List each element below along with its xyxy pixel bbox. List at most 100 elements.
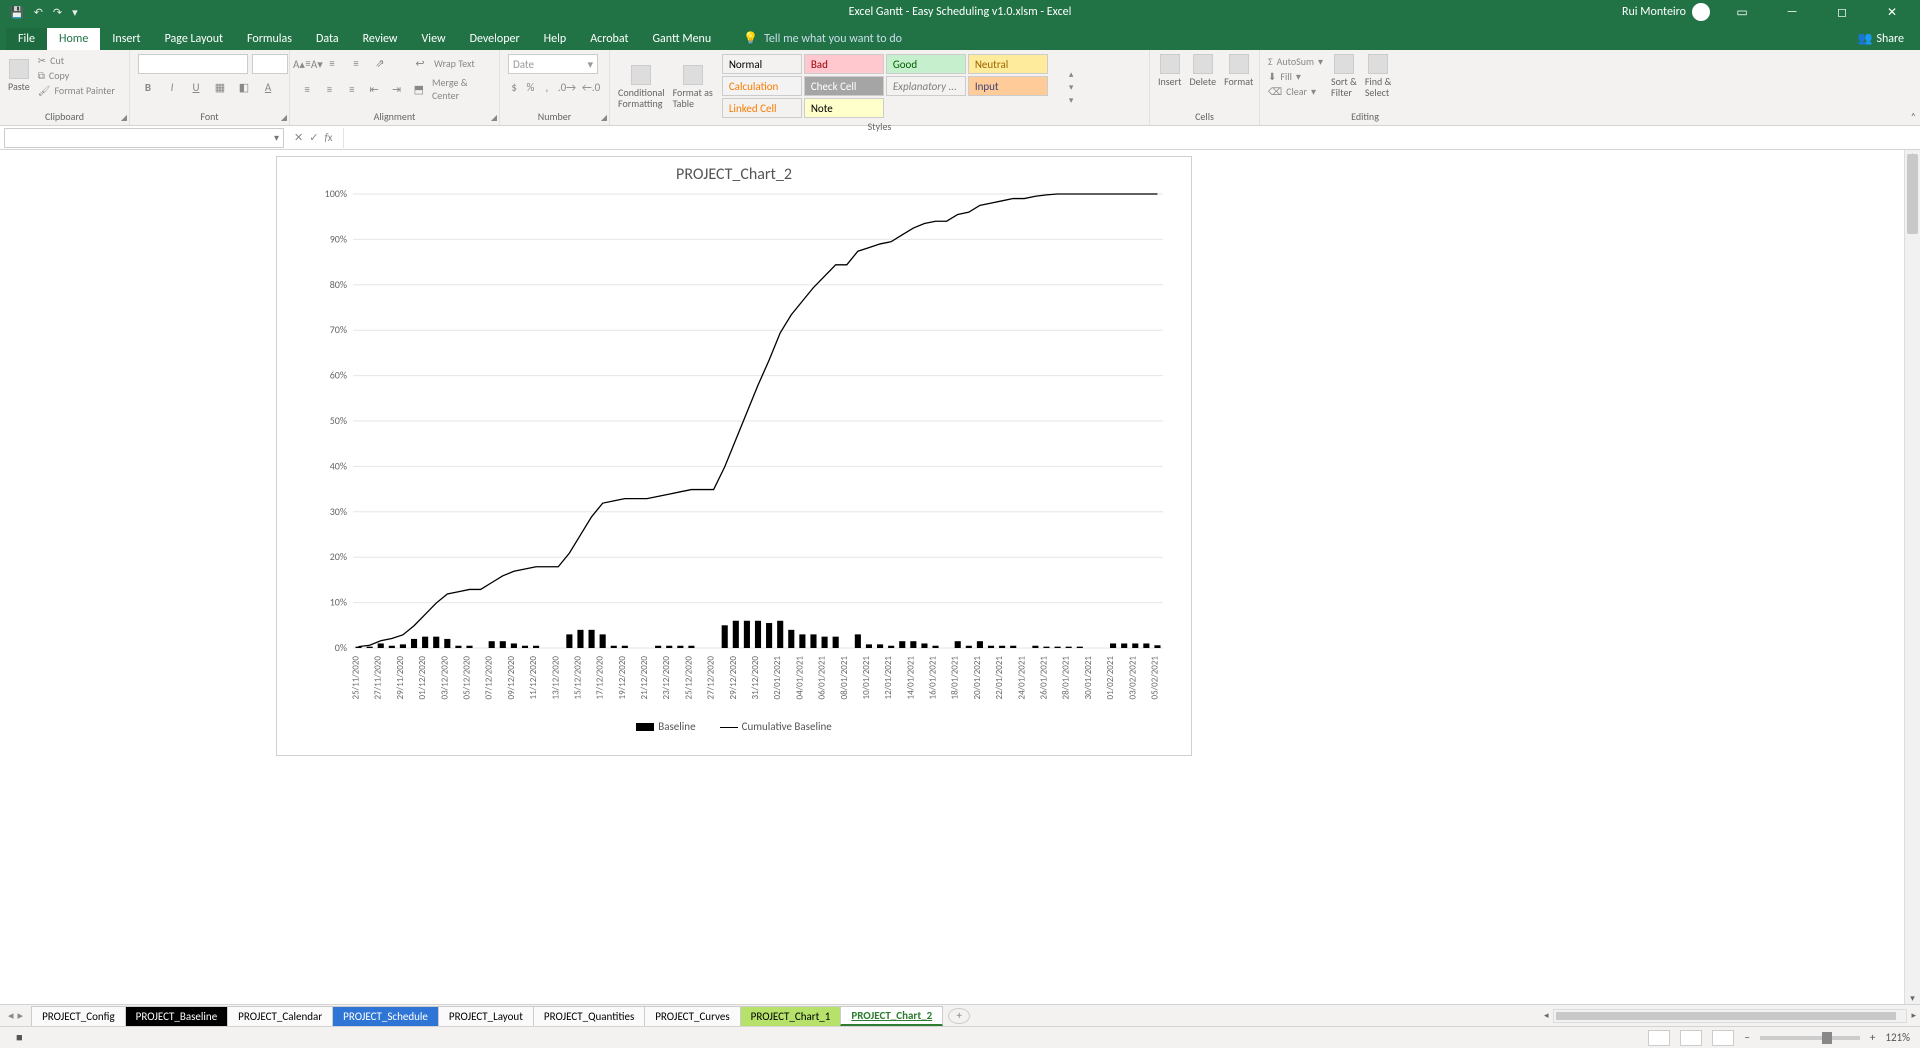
increase-indent-icon[interactable]: ⇥: [387, 80, 405, 98]
tab-acrobat[interactable]: Acrobat: [578, 28, 640, 50]
bold-button[interactable]: B: [138, 78, 158, 96]
font-color-button[interactable]: A: [258, 78, 278, 96]
tab-help[interactable]: Help: [532, 28, 579, 50]
sheet-tab-curves[interactable]: PROJECT_Curves: [644, 1006, 740, 1026]
italic-button[interactable]: I: [162, 78, 182, 96]
format-as-table-button[interactable]: Format as Table: [673, 65, 713, 109]
font-family-input[interactable]: [138, 54, 248, 74]
share-button[interactable]: 👥 Share: [1841, 27, 1920, 50]
alignment-dialog-launcher-icon[interactable]: ◢: [491, 113, 497, 123]
align-top-icon[interactable]: ≡: [298, 54, 318, 72]
tab-data[interactable]: Data: [304, 28, 351, 50]
account-user[interactable]: Rui Monteiro: [1622, 3, 1710, 21]
align-middle-icon[interactable]: ≡: [322, 54, 342, 72]
tab-view[interactable]: View: [410, 28, 458, 50]
comma-format-icon[interactable]: ,: [541, 78, 553, 96]
scroll-thumb[interactable]: [1907, 154, 1918, 234]
enter-formula-icon[interactable]: ✓: [309, 131, 318, 144]
orientation-icon[interactable]: ⇗: [370, 54, 390, 72]
undo-icon[interactable]: ↶: [34, 6, 43, 19]
style-note[interactable]: Note: [804, 98, 884, 118]
styles-more-icon[interactable]: ▾: [1069, 95, 1074, 106]
sheet-tab-quantities[interactable]: PROJECT_Quantities: [533, 1006, 645, 1026]
tab-insert[interactable]: Insert: [100, 28, 152, 50]
align-bottom-icon[interactable]: ≡: [346, 54, 366, 72]
zoom-out-button[interactable]: −: [1744, 1031, 1749, 1044]
save-icon[interactable]: 💾: [10, 6, 24, 19]
close-icon[interactable]: ✕: [1874, 5, 1910, 20]
page-layout-view-button[interactable]: [1680, 1030, 1702, 1046]
align-center-icon[interactable]: ≡: [320, 80, 338, 98]
zoom-level[interactable]: 121%: [1885, 1031, 1910, 1044]
tell-me[interactable]: 💡 Tell me what you want to do: [735, 31, 910, 50]
conditional-formatting-button[interactable]: Conditional Formatting: [618, 65, 665, 109]
redo-icon[interactable]: ↷: [53, 6, 62, 19]
worksheet-area[interactable]: PROJECT_Chart_2 0%10%20%30%40%50%60%70%8…: [0, 150, 1920, 1004]
sheet-tab-schedule[interactable]: PROJECT_Schedule: [332, 1006, 439, 1026]
sheet-tab-baseline[interactable]: PROJECT_Baseline: [125, 1006, 229, 1026]
sheet-tab-chart2[interactable]: PROJECT_Chart_2: [840, 1006, 943, 1026]
decrease-indent-icon[interactable]: ⇤: [365, 80, 383, 98]
minimize-icon[interactable]: —: [1774, 5, 1810, 19]
sheet-tab-chart1[interactable]: PROJECT_Chart_1: [740, 1006, 842, 1026]
tab-home[interactable]: Home: [47, 28, 100, 50]
percent-format-icon[interactable]: %: [524, 78, 536, 96]
font-size-input[interactable]: [252, 54, 288, 74]
hscroll-track[interactable]: [1553, 1009, 1908, 1023]
scroll-down-icon[interactable]: ▾: [1905, 993, 1920, 1004]
sheet-tab-layout[interactable]: PROJECT_Layout: [438, 1006, 534, 1026]
sheet-nav-next-icon[interactable]: ▸: [18, 1009, 24, 1022]
borders-button[interactable]: ▦: [210, 78, 230, 96]
style-calculation[interactable]: Calculation: [722, 76, 802, 96]
tab-ganttmenu[interactable]: Gantt Menu: [640, 28, 723, 50]
normal-view-button[interactable]: [1648, 1030, 1670, 1046]
tab-developer[interactable]: Developer: [458, 28, 532, 50]
font-dialog-launcher-icon[interactable]: ◢: [281, 113, 287, 123]
accounting-format-icon[interactable]: $: [508, 78, 520, 96]
horizontal-scrollbar[interactable]: ◂ ▸: [1540, 1009, 1920, 1023]
number-format-dropdown[interactable]: Date▾: [508, 54, 598, 74]
hscroll-left-icon[interactable]: ◂: [1540, 1010, 1553, 1021]
qat-customize-icon[interactable]: ▾: [72, 6, 78, 19]
chart-frame[interactable]: PROJECT_Chart_2 0%10%20%30%40%50%60%70%8…: [276, 156, 1192, 756]
clear-button[interactable]: ⌫ Clear ▾: [1268, 85, 1323, 98]
macro-record-icon[interactable]: ■: [16, 1031, 23, 1044]
format-cells-button[interactable]: Format: [1224, 54, 1253, 87]
hscroll-right-icon[interactable]: ▸: [1907, 1010, 1920, 1021]
underline-button[interactable]: U: [186, 78, 206, 96]
vertical-scrollbar[interactable]: ▴ ▾: [1904, 150, 1920, 1004]
cut-button[interactable]: ✂ Cut: [38, 54, 115, 67]
decrease-decimal-icon[interactable]: ←.0: [581, 78, 601, 96]
number-dialog-launcher-icon[interactable]: ◢: [601, 113, 607, 123]
name-box[interactable]: ▾: [4, 128, 284, 148]
delete-cells-button[interactable]: Delete: [1190, 54, 1217, 87]
tab-pagelayout[interactable]: Page Layout: [153, 28, 235, 50]
new-sheet-button[interactable]: +: [948, 1008, 970, 1024]
sheet-tab-config[interactable]: PROJECT_Config: [31, 1006, 126, 1026]
insert-cells-button[interactable]: Insert: [1158, 54, 1182, 87]
hscroll-thumb[interactable]: [1556, 1012, 1896, 1020]
style-bad[interactable]: Bad: [804, 54, 884, 74]
clipboard-dialog-launcher-icon[interactable]: ◢: [121, 113, 127, 123]
tab-file[interactable]: File: [6, 28, 47, 50]
wrap-text-button[interactable]: ↩: [410, 54, 430, 72]
sheet-nav-prev-icon[interactable]: ◂: [8, 1009, 14, 1022]
collapse-ribbon-icon[interactable]: ˄: [1911, 110, 1916, 123]
cancel-formula-icon[interactable]: ✕: [294, 131, 303, 144]
fill-button[interactable]: ⬇ Fill ▾: [1268, 70, 1323, 83]
ribbon-display-options-icon[interactable]: ▭: [1724, 5, 1760, 20]
align-right-icon[interactable]: ≡: [343, 80, 361, 98]
format-painter-button[interactable]: 🖌 Format Painter: [38, 84, 115, 97]
increase-decimal-icon[interactable]: .0→: [557, 78, 577, 96]
style-neutral[interactable]: Neutral: [968, 54, 1048, 74]
find-select-button[interactable]: Find & Select: [1365, 54, 1391, 98]
merge-center-button[interactable]: ⬒: [410, 80, 428, 98]
page-break-view-button[interactable]: [1712, 1030, 1734, 1046]
paste-button[interactable]: Paste: [8, 59, 30, 92]
style-explanatory[interactable]: Explanatory ...: [886, 76, 966, 96]
sort-filter-button[interactable]: Sort & Filter: [1331, 54, 1357, 98]
style-normal[interactable]: Normal: [722, 54, 802, 74]
zoom-slider[interactable]: [1760, 1036, 1860, 1040]
align-left-icon[interactable]: ≡: [298, 80, 316, 98]
styles-scroll-up-icon[interactable]: ▴: [1069, 69, 1074, 80]
